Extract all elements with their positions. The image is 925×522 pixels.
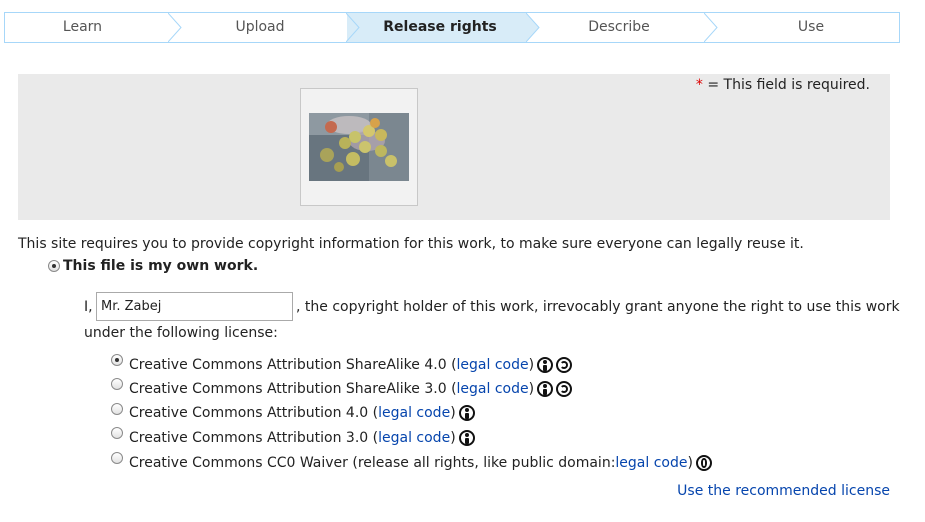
legal-code-link[interactable]: legal code [378,430,450,446]
license-radio-cc-by-3[interactable] [111,427,123,439]
file-thumbnail-frame [300,88,418,206]
required-field-note: * = This field is required. [696,77,870,93]
license-label-close: ) [450,430,456,446]
copyright-intro-text: This site requires you to provide copyri… [18,236,804,252]
file-panel: * = This field is required. [18,74,890,220]
license-label: Creative Commons Attribution 3.0 ( [129,430,379,446]
license-radio-cc-by-4[interactable] [111,403,123,415]
cc-by-icon [537,381,554,397]
file-thumbnail [309,113,409,181]
legal-code-link[interactable]: legal code [457,381,529,397]
grant-prefix: I, [84,299,93,315]
cc-by-icon [537,357,554,373]
cc-sa-icon [556,357,573,373]
legal-code-link[interactable]: legal code [615,455,687,471]
own-work-radio[interactable] [48,260,60,272]
apples-photo [309,113,409,181]
upload-steps-bar: Learn Upload Release rights Describe Use [4,12,900,43]
license-radio-cc0[interactable] [111,452,123,464]
grant-text-line2: under the following license: [84,325,278,341]
license-label-close: ) [528,357,535,373]
license-radio-cc-by-sa-4[interactable] [111,354,123,366]
license-radio-cc-by-sa-3[interactable] [111,378,123,390]
step-describe: Describe [588,19,650,35]
license-option-cc-by-4[interactable]: Creative Commons Attribution 4.0 (legal … [129,403,475,423]
license-label-close: ) [450,405,456,421]
license-option-cc-by-sa-3[interactable]: Creative Commons Attribution ShareAlike … [129,379,573,399]
license-label-close: ) [528,381,535,397]
use-recommended-license-link[interactable]: Use the recommended license [677,483,890,499]
license-option-cc-by-3[interactable]: Creative Commons Attribution 3.0 (legal … [129,428,475,448]
step-divider-icon [704,13,718,42]
cc-zero-icon [695,455,712,471]
cc-sa-icon [556,381,573,397]
legal-code-link[interactable]: legal code [378,405,450,421]
license-label: Creative Commons Attribution ShareAlike … [129,357,457,373]
license-label: Creative Commons Attribution 4.0 ( [129,405,379,421]
required-text: = This field is required. [702,77,870,93]
cc-by-icon [458,430,475,446]
copyright-holder-input[interactable] [96,292,293,321]
own-work-label[interactable]: This file is my own work. [63,258,258,274]
step-learn: Learn [62,19,103,35]
cc-by-icon [458,405,475,421]
grant-text: , the copyright holder of this work, irr… [296,299,900,315]
license-option-cc-by-sa-4[interactable]: Creative Commons Attribution ShareAlike … [129,355,573,375]
license-label-close: ) [687,455,693,471]
step-release-rights: Release rights [383,19,497,35]
license-label: Creative Commons Attribution ShareAlike … [129,381,457,397]
step-use: Use [797,19,825,35]
step-upload: Upload [235,19,285,35]
legal-code-link[interactable]: legal code [457,357,529,373]
license-option-cc0[interactable]: Creative Commons CC0 Waiver (release all… [129,453,712,473]
license-label: Creative Commons CC0 Waiver (release all… [129,455,616,471]
required-star: * [695,77,703,93]
